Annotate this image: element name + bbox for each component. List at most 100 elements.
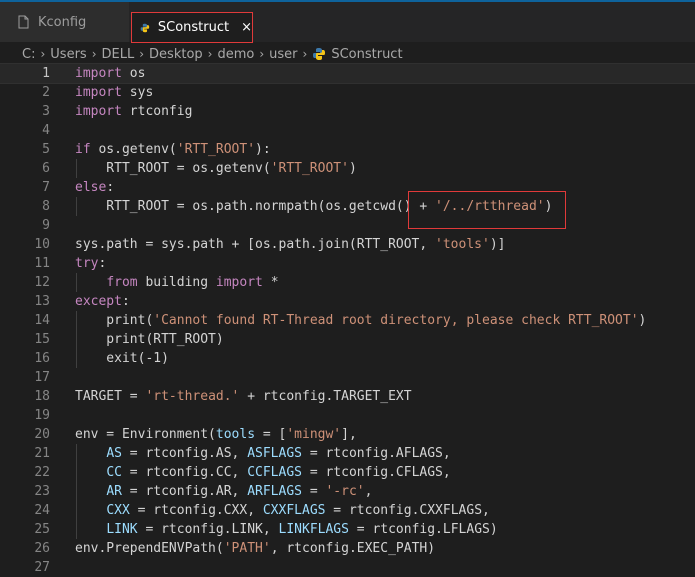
code-token: 'tools' — [435, 237, 490, 252]
code-line[interactable]: 9 — [0, 216, 695, 235]
code-token: RTT_ROOT = os.getenv( — [75, 161, 271, 176]
chevron-right-icon: › — [207, 47, 213, 61]
code-text: import sys — [75, 83, 153, 102]
code-token: ): — [255, 142, 271, 157]
code-line[interactable]: 11 try: — [0, 254, 695, 273]
code-text: try: — [75, 254, 106, 273]
chevron-right-icon: › — [40, 47, 46, 61]
code-token: rtconfig — [121, 104, 193, 119]
code-line[interactable]: 4 — [0, 121, 695, 140]
code-token: if — [75, 142, 91, 157]
code-token: try — [75, 256, 99, 271]
code-text: from building import * — [75, 273, 278, 292]
code-text: env.PrependENVPath('PATH', rtconfig.EXEC… — [75, 539, 435, 558]
code-line[interactable]: 1 import os — [0, 63, 695, 84]
tab-sconstruct[interactable]: SConstruct × — [131, 12, 253, 43]
code-text: AS = rtconfig.AS, ASFLAGS = rtconfig.AFL… — [75, 444, 450, 463]
code-token: print( — [75, 313, 154, 328]
line-number: 12 — [34, 275, 50, 290]
breadcrumb-demo[interactable]: demo — [217, 47, 254, 62]
breadcrumb-dell[interactable]: DELL — [102, 47, 135, 62]
code-text: TARGET = 'rt-thread.' + rtconfig.TARGET_… — [75, 387, 412, 406]
code-token: except — [75, 294, 122, 309]
code-token: exit(-1) — [75, 351, 169, 366]
code-line[interactable]: 10 sys.path = sys.path + [os.path.join(RT… — [0, 235, 695, 254]
line-number: 23 — [34, 484, 50, 499]
code-line[interactable]: 16 exit(-1) — [0, 349, 695, 368]
code-token: else — [75, 180, 107, 195]
code-line[interactable]: 20 env = Environment(tools = ['mingw'], — [0, 425, 695, 444]
code-line[interactable]: 12 from building import * — [0, 273, 695, 292]
line-number: 1 — [42, 66, 50, 81]
code-line[interactable]: 5 if os.getenv('RTT_ROOT'): — [0, 140, 695, 159]
code-token: import — [75, 104, 122, 119]
code-line[interactable]: 7 else: — [0, 178, 695, 197]
code-line[interactable]: 13 except: — [0, 292, 695, 311]
line-number: 21 — [34, 446, 50, 461]
code-line[interactable]: 18 TARGET = 'rt-thread.' + rtconfig.TARGE… — [0, 387, 695, 406]
breadcrumb-desktop[interactable]: Desktop — [149, 47, 203, 62]
code-text: env = Environment(tools = ['mingw'], — [75, 425, 357, 444]
code-token: = rtconfig.CC, — [121, 465, 248, 480]
file-icon — [18, 15, 29, 29]
code-text: import rtconfig — [75, 102, 192, 121]
code-token: ) — [348, 161, 357, 176]
line-number: 19 — [34, 408, 50, 423]
code-line[interactable]: 15 print(RTT_ROOT) — [0, 330, 695, 349]
code-line[interactable]: 21 AS = rtconfig.AS, ASFLAGS = rtconfig.… — [0, 444, 695, 463]
code-token: env = Environment( — [75, 427, 216, 442]
code-line[interactable]: 25 LINK = rtconfig.LINK, LINKFLAGS = rtc… — [0, 520, 695, 539]
breadcrumb-file-label: SConstruct — [331, 46, 403, 62]
code-text: sys.path = sys.path + [os.path.join(RTT_… — [75, 235, 505, 254]
code-token: CXXFLAGS — [262, 503, 326, 518]
code-line[interactable]: 27 — [0, 558, 695, 577]
tab-kconfig[interactable]: Kconfig — [0, 2, 130, 42]
code-token: = rtconfig.AS, — [121, 446, 248, 461]
close-icon[interactable]: × — [241, 20, 252, 35]
python-icon — [313, 48, 326, 60]
code-line[interactable]: 8 RTT_ROOT = os.path.normpath(os.getcwd(… — [0, 197, 695, 216]
code-line[interactable]: 2 import sys — [0, 83, 695, 102]
code-line[interactable]: 3 import rtconfig — [0, 102, 695, 121]
breadcrumb-user[interactable]: user — [269, 47, 297, 62]
code-text: except: — [75, 292, 130, 311]
line-number: 8 — [42, 199, 50, 214]
code-text: LINK = rtconfig.LINK, LINKFLAGS = rtconf… — [75, 520, 497, 539]
code-token: , — [364, 484, 373, 499]
line-number: 5 — [42, 142, 50, 157]
code-line[interactable]: 14 print('Cannot found RT-Thread root di… — [0, 311, 695, 330]
code-token: env.PrependENVPath( — [75, 541, 224, 556]
code-token: AR — [106, 484, 122, 499]
line-number: 10 — [34, 237, 50, 252]
line-number: 15 — [34, 332, 50, 347]
code-token: 'Cannot found RT-Thread root directory, … — [153, 313, 639, 328]
chevron-right-icon: › — [91, 47, 97, 61]
code-line[interactable]: 23 AR = rtconfig.AR, ARFLAGS = '-rc', — [0, 482, 695, 501]
code-token: = — [302, 484, 326, 499]
code-text: print('Cannot found RT-Thread root direc… — [75, 311, 646, 330]
breadcrumb-users[interactable]: Users — [50, 47, 86, 62]
breadcrumb-drive[interactable]: C: — [22, 47, 35, 62]
code-editor[interactable]: 1 import os 2 import sys 3 import rtconfig 4 5 i… — [0, 63, 695, 577]
line-number: 18 — [34, 389, 50, 404]
code-line[interactable]: 24 CXX = rtconfig.CXX, CXXFLAGS = rtconf… — [0, 501, 695, 520]
code-token: LINK — [106, 522, 138, 537]
code-token: 'RTT_ROOT' — [176, 142, 256, 157]
code-line[interactable]: 22 CC = rtconfig.CC, CCFLAGS = rtconfig.… — [0, 463, 695, 482]
code-token: CC — [106, 465, 122, 480]
code-line[interactable]: 17 — [0, 368, 695, 387]
code-token: sys.path = sys.path + [os.path.join(RTT_… — [75, 237, 436, 252]
code-token: 'PATH' — [223, 541, 271, 556]
code-line[interactable]: 6 RTT_ROOT = os.getenv('RTT_ROOT') — [0, 159, 695, 178]
code-text: CXX = rtconfig.CXX, CXXFLAGS = rtconfig.… — [75, 501, 490, 520]
breadcrumb-file[interactable]: SConstruct — [312, 46, 403, 62]
code-token: , rtconfig.EXEC_PATH) — [270, 541, 436, 556]
python-icon — [140, 23, 150, 32]
code-line[interactable]: 19 — [0, 406, 695, 425]
code-line[interactable]: 26 env.PrependENVPath('PATH', rtconfig.EX… — [0, 539, 695, 558]
code-token: os.getenv( — [90, 142, 177, 157]
line-number: 11 — [34, 256, 50, 271]
